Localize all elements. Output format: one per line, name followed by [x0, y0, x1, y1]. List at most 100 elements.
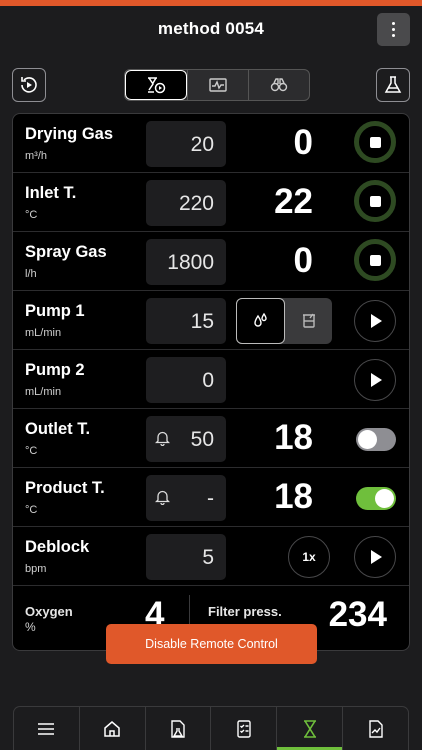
- param-unit: m³/h: [25, 150, 47, 162]
- param-row-pump-1: Pump 1 mL/min 15: [13, 291, 409, 350]
- filter-pressure-label: Filter press.: [208, 604, 282, 619]
- kebab-dot: [392, 28, 395, 31]
- alarm-toggle[interactable]: [356, 487, 396, 510]
- setpoint-field[interactable]: 5: [146, 534, 226, 580]
- actual-value: 18: [274, 418, 313, 457]
- pump-mode-drops[interactable]: [236, 298, 285, 344]
- setpoint-value: 20: [190, 133, 214, 156]
- param-unit: l/h: [25, 268, 37, 280]
- param-unit: bpm: [25, 563, 47, 575]
- view-segmented-control: [124, 69, 310, 101]
- param-label: Pump 2: [25, 361, 85, 379]
- disable-remote-control-button[interactable]: Disable Remote Control: [106, 624, 317, 664]
- param-row-inlet-temp: Inlet T. °C 220 22: [13, 173, 409, 232]
- setpoint-field[interactable]: 50: [146, 416, 226, 462]
- setpoint-field[interactable]: 1800: [146, 239, 226, 285]
- history-play-icon: [21, 77, 37, 93]
- hourglass-icon: [303, 719, 316, 738]
- param-row-spray-gas: Spray Gas l/h 1800 0: [13, 232, 409, 291]
- stop-button[interactable]: [354, 239, 396, 281]
- setpoint-value: 5: [202, 546, 214, 569]
- tab-menu[interactable]: [14, 707, 79, 750]
- tab-run[interactable]: [276, 707, 342, 750]
- param-label: Inlet T.: [25, 184, 77, 202]
- setpoint-field[interactable]: 15: [146, 298, 226, 344]
- beaker-icon: [302, 313, 315, 328]
- pump-mode-selector: [236, 298, 332, 344]
- tab-monitor[interactable]: [248, 70, 309, 100]
- parameters-panel: Drying Gas m³/h 20 0 Inlet T. °C 220 22 …: [12, 113, 410, 651]
- tab-chart[interactable]: [187, 70, 248, 100]
- binoculars-icon: [270, 78, 288, 92]
- setpoint-value: 220: [178, 192, 214, 215]
- toggle-knob: [375, 489, 394, 508]
- more-menu-button[interactable]: [377, 13, 410, 46]
- kebab-dot: [392, 34, 395, 37]
- document-flask-icon: [171, 719, 185, 738]
- param-label: Pump 1: [25, 302, 85, 320]
- filter-pressure-value: 234: [328, 595, 387, 634]
- stop-button[interactable]: [354, 121, 396, 163]
- oxygen-label: Oxygen: [25, 604, 73, 619]
- header: method 0054: [0, 6, 422, 52]
- setpoint-value: -: [207, 487, 214, 510]
- play-button[interactable]: [354, 300, 396, 342]
- hourglass-play-icon: [148, 77, 166, 94]
- toggle-knob: [358, 430, 377, 449]
- play-button[interactable]: [354, 359, 396, 401]
- tab-methods[interactable]: [144, 707, 211, 750]
- flask-icon: [384, 76, 402, 93]
- page-title: method 0054: [157, 19, 265, 38]
- setpoint-value: 0: [202, 369, 214, 392]
- stop-icon: [369, 254, 381, 266]
- setpoint-value: 50: [190, 428, 214, 451]
- param-row-pump-2: Pump 2 mL/min 0: [13, 350, 409, 409]
- stop-icon: [369, 136, 381, 148]
- param-label: Spray Gas: [25, 243, 107, 261]
- home-icon: [104, 720, 120, 737]
- play-icon: [371, 550, 382, 564]
- bell-icon: [155, 431, 170, 446]
- pump-mode-beaker[interactable]: [285, 298, 332, 344]
- setpoint-value: 15: [190, 310, 214, 333]
- stop-icon: [369, 195, 381, 207]
- param-unit: °C: [25, 209, 38, 221]
- play-icon: [371, 314, 382, 328]
- setpoint-value: 1800: [167, 251, 214, 274]
- actual-value: 0: [293, 241, 313, 280]
- setpoint-field[interactable]: -: [146, 475, 226, 521]
- param-unit: °C: [25, 504, 38, 516]
- setpoint-field[interactable]: 20: [146, 121, 226, 167]
- tab-method-run[interactable]: [125, 70, 187, 100]
- history-play-button[interactable]: [12, 68, 46, 102]
- alarm-toggle[interactable]: [356, 428, 396, 451]
- param-row-drying-gas: Drying Gas m³/h 20 0: [13, 114, 409, 173]
- param-unit: mL/min: [25, 386, 62, 398]
- kebab-dot: [392, 22, 395, 25]
- tab-reports[interactable]: [342, 707, 408, 750]
- drops-icon: [253, 312, 267, 327]
- oxygen-unit: %: [25, 620, 36, 634]
- actual-value: 22: [274, 182, 313, 221]
- actual-value: 0: [293, 123, 313, 162]
- param-label: Drying Gas: [25, 125, 114, 143]
- setpoint-field[interactable]: 220: [146, 180, 226, 226]
- setpoint-field[interactable]: 0: [146, 357, 226, 403]
- menu-icon: [38, 722, 55, 735]
- play-button[interactable]: [354, 536, 396, 578]
- stop-button[interactable]: [354, 180, 396, 222]
- bell-icon: [155, 490, 170, 505]
- param-label: Outlet T.: [25, 420, 91, 438]
- checklist-icon: [237, 719, 251, 738]
- flask-button[interactable]: [376, 68, 410, 102]
- actual-value: 18: [274, 477, 313, 516]
- tab-home[interactable]: [78, 707, 145, 750]
- document-chart-icon: [368, 719, 383, 738]
- deblock-once-button[interactable]: 1x: [288, 536, 330, 578]
- tab-checklist[interactable]: [210, 707, 276, 750]
- param-unit: °C: [25, 445, 38, 457]
- play-icon: [371, 373, 382, 387]
- param-row-outlet-temp: Outlet T. °C 50 18: [13, 409, 409, 468]
- param-row-deblock: Deblock bpm 5 1x: [13, 527, 409, 586]
- param-label: Deblock: [25, 538, 90, 556]
